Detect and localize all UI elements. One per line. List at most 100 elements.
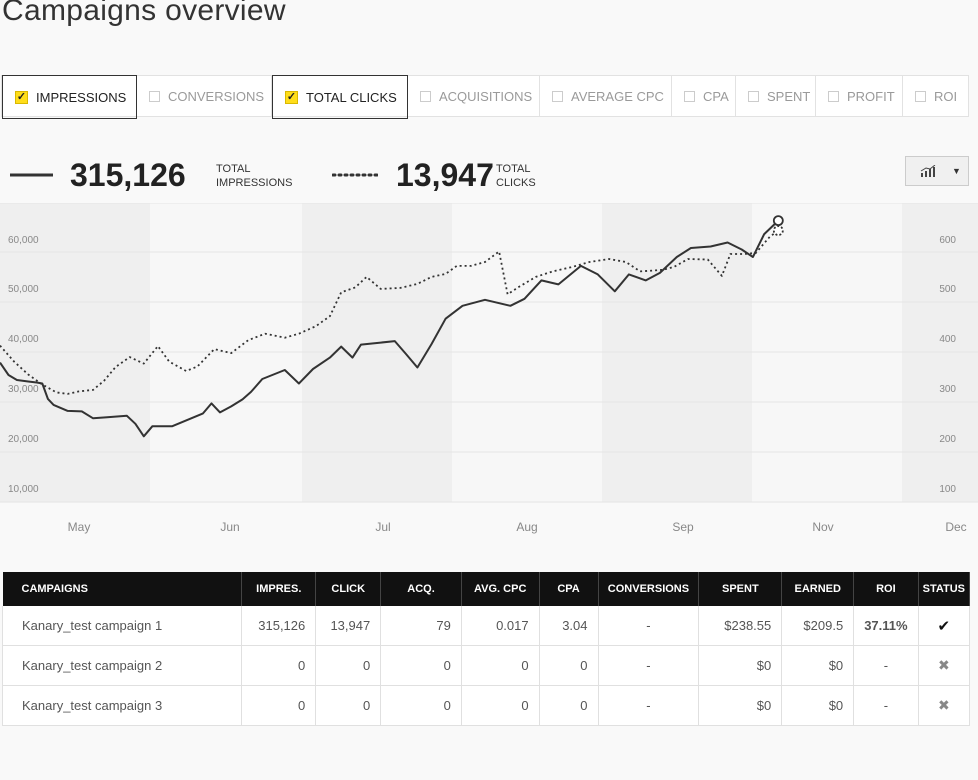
header-avg-cpc[interactable]: AVG. CPC: [461, 572, 540, 606]
cell-earned: $0: [781, 685, 855, 726]
label-line: IMPRESSIONS: [216, 177, 293, 189]
acquisitions-checkbox[interactable]: [420, 90, 431, 102]
cell-roi: 37.11%: [853, 606, 919, 646]
cell-impressions: 0: [241, 645, 317, 686]
tab-label: TOTAL CLICKS: [306, 89, 397, 105]
tab-label: CPA: [703, 88, 729, 104]
y-right-tick-label: 100: [939, 484, 956, 495]
cell-clicks: 0: [315, 645, 382, 686]
dotted-legend-line: [332, 173, 378, 177]
tab-conversions[interactable]: CONVERSIONS: [137, 76, 272, 116]
cell-acq: 79: [380, 606, 462, 646]
tab-roi[interactable]: ROI: [903, 76, 968, 116]
chevron-down-icon: ▼: [952, 166, 961, 176]
total-impressions-label: TOTAL IMPRESSIONS: [216, 162, 292, 190]
tab-cpa[interactable]: CPA: [672, 76, 736, 116]
cpa-checkbox[interactable]: [684, 90, 695, 102]
tab-label: IMPRESSIONS: [36, 89, 127, 105]
tab-average-cpc[interactable]: AVERAGE CPC: [540, 76, 672, 116]
checkmark-icon: ✓: [16, 90, 27, 103]
table-row[interactable]: Kanary_test campaign 3 0 0 0 0 0 - $0 $0…: [1, 685, 971, 726]
y-left-tick-label: 60,000: [8, 235, 39, 246]
cell-conversions: -: [598, 645, 700, 686]
campaign-name[interactable]: Kanary_test campaign 2: [1, 645, 243, 686]
cell-roi: -: [853, 645, 919, 686]
total-impressions-value: 315,126: [70, 157, 186, 193]
total-clicks-checkbox[interactable]: ✓: [285, 90, 298, 104]
label-line: TOTAL: [216, 163, 251, 175]
tab-spent[interactable]: SPENT: [736, 76, 816, 116]
cell-conversions: -: [598, 606, 700, 646]
conversions-checkbox[interactable]: [149, 90, 160, 102]
tab-label: PROFIT: [847, 88, 895, 104]
x-tick-label: Jul: [375, 520, 390, 534]
cell-spent: $0: [698, 645, 783, 686]
summary-bar: 315,126 TOTAL IMPRESSIONS 13,947 TOTAL C…: [0, 150, 978, 200]
tab-label: ACQUISITIONS: [439, 88, 533, 104]
header-click[interactable]: CLICK: [315, 572, 382, 606]
header-impressions[interactable]: IMPRES.: [241, 572, 317, 606]
campaign-name[interactable]: Kanary_test campaign 3: [1, 685, 243, 726]
solid-legend-line: [10, 173, 53, 177]
tab-profit[interactable]: PROFIT: [816, 76, 903, 116]
cell-earned: $209.5: [781, 606, 855, 646]
page-title: Campaigns overview: [2, 0, 286, 27]
y-right-tick-label: 200: [939, 434, 956, 445]
x-axis-labels: May Jun Jul Aug Sep Nov Dec: [68, 520, 967, 534]
table-row[interactable]: Kanary_test campaign 1 315,126 13,947 79…: [1, 606, 971, 646]
cell-impressions: 0: [241, 685, 317, 726]
header-cpa[interactable]: CPA: [539, 572, 599, 606]
x-tick-label: Aug: [516, 520, 537, 534]
y-left-tick-label: 30,000: [8, 384, 39, 395]
clicks-end-point[interactable]: [772, 225, 784, 236]
status-active-icon[interactable]: ✔: [918, 606, 971, 646]
checkmark-icon: ✓: [286, 90, 297, 103]
spent-checkbox[interactable]: [748, 90, 759, 102]
header-acq[interactable]: ACQ.: [380, 572, 462, 606]
status-inactive-icon[interactable]: ✖: [918, 685, 971, 726]
tab-label: SPENT: [767, 88, 811, 104]
y-right-tick-label: 500: [939, 284, 956, 295]
header-status[interactable]: STATUS: [918, 572, 971, 606]
y-left-tick-label: 10,000: [8, 484, 39, 495]
x-tick-label: Dec: [945, 520, 966, 534]
cell-avg-cpc: 0.017: [461, 606, 540, 646]
y-right-tick-label: 600: [939, 235, 956, 246]
table-row[interactable]: Kanary_test campaign 2 0 0 0 0 0 - $0 $0…: [1, 645, 971, 686]
tab-acquisitions[interactable]: ACQUISITIONS: [408, 76, 540, 116]
tab-label: ROI: [934, 88, 958, 104]
header-conversions[interactable]: CONVERSIONS: [598, 572, 700, 606]
label-line: TOTAL: [496, 163, 531, 175]
metric-tabs: ✓ IMPRESSIONS CONVERSIONS ✓ TOTAL CLICKS…: [1, 75, 969, 119]
table-header-row: CAMPAIGNS IMPRES. CLICK ACQ. AVG. CPC CP…: [2, 572, 971, 606]
header-campaigns[interactable]: CAMPAIGNS: [2, 572, 243, 606]
tab-total-clicks[interactable]: ✓ TOTAL CLICKS: [272, 75, 408, 119]
cell-earned: $0: [781, 645, 855, 686]
chart-svg: 10,000 20,000 30,000 40,000 50,000 60,000 100…: [0, 202, 978, 534]
y-right-tick-label: 400: [939, 334, 956, 345]
impressions-end-point[interactable]: [772, 215, 784, 227]
header-roi[interactable]: ROI: [853, 572, 919, 606]
average-cpc-checkbox[interactable]: [552, 90, 563, 102]
cell-cpa: 3.04: [539, 606, 599, 646]
impressions-checkbox[interactable]: ✓: [15, 90, 28, 104]
cell-conversions: -: [598, 685, 700, 726]
cell-cpa: 0: [539, 645, 599, 686]
cell-spent: $238.55: [698, 606, 783, 646]
tab-label: AVERAGE CPC: [571, 88, 664, 104]
cell-roi: -: [853, 685, 919, 726]
profit-checkbox[interactable]: [828, 90, 839, 102]
y-left-tick-label: 20,000: [8, 434, 39, 445]
chart-type-dropdown[interactable]: ▼: [905, 156, 969, 186]
tab-impressions[interactable]: ✓ IMPRESSIONS: [2, 75, 137, 119]
campaign-name[interactable]: Kanary_test campaign 1: [1, 606, 243, 646]
total-clicks-value: 13,947: [396, 157, 494, 193]
cell-acq: 0: [380, 685, 462, 726]
status-inactive-icon[interactable]: ✖: [918, 645, 971, 686]
label-line: CLICKS: [496, 177, 536, 189]
roi-checkbox[interactable]: [915, 90, 926, 102]
header-earned[interactable]: EARNED: [781, 572, 855, 606]
total-clicks-label: TOTAL CLICKS: [496, 162, 536, 190]
header-spent[interactable]: SPENT: [698, 572, 783, 606]
y-left-tick-label: 50,000: [8, 284, 39, 295]
